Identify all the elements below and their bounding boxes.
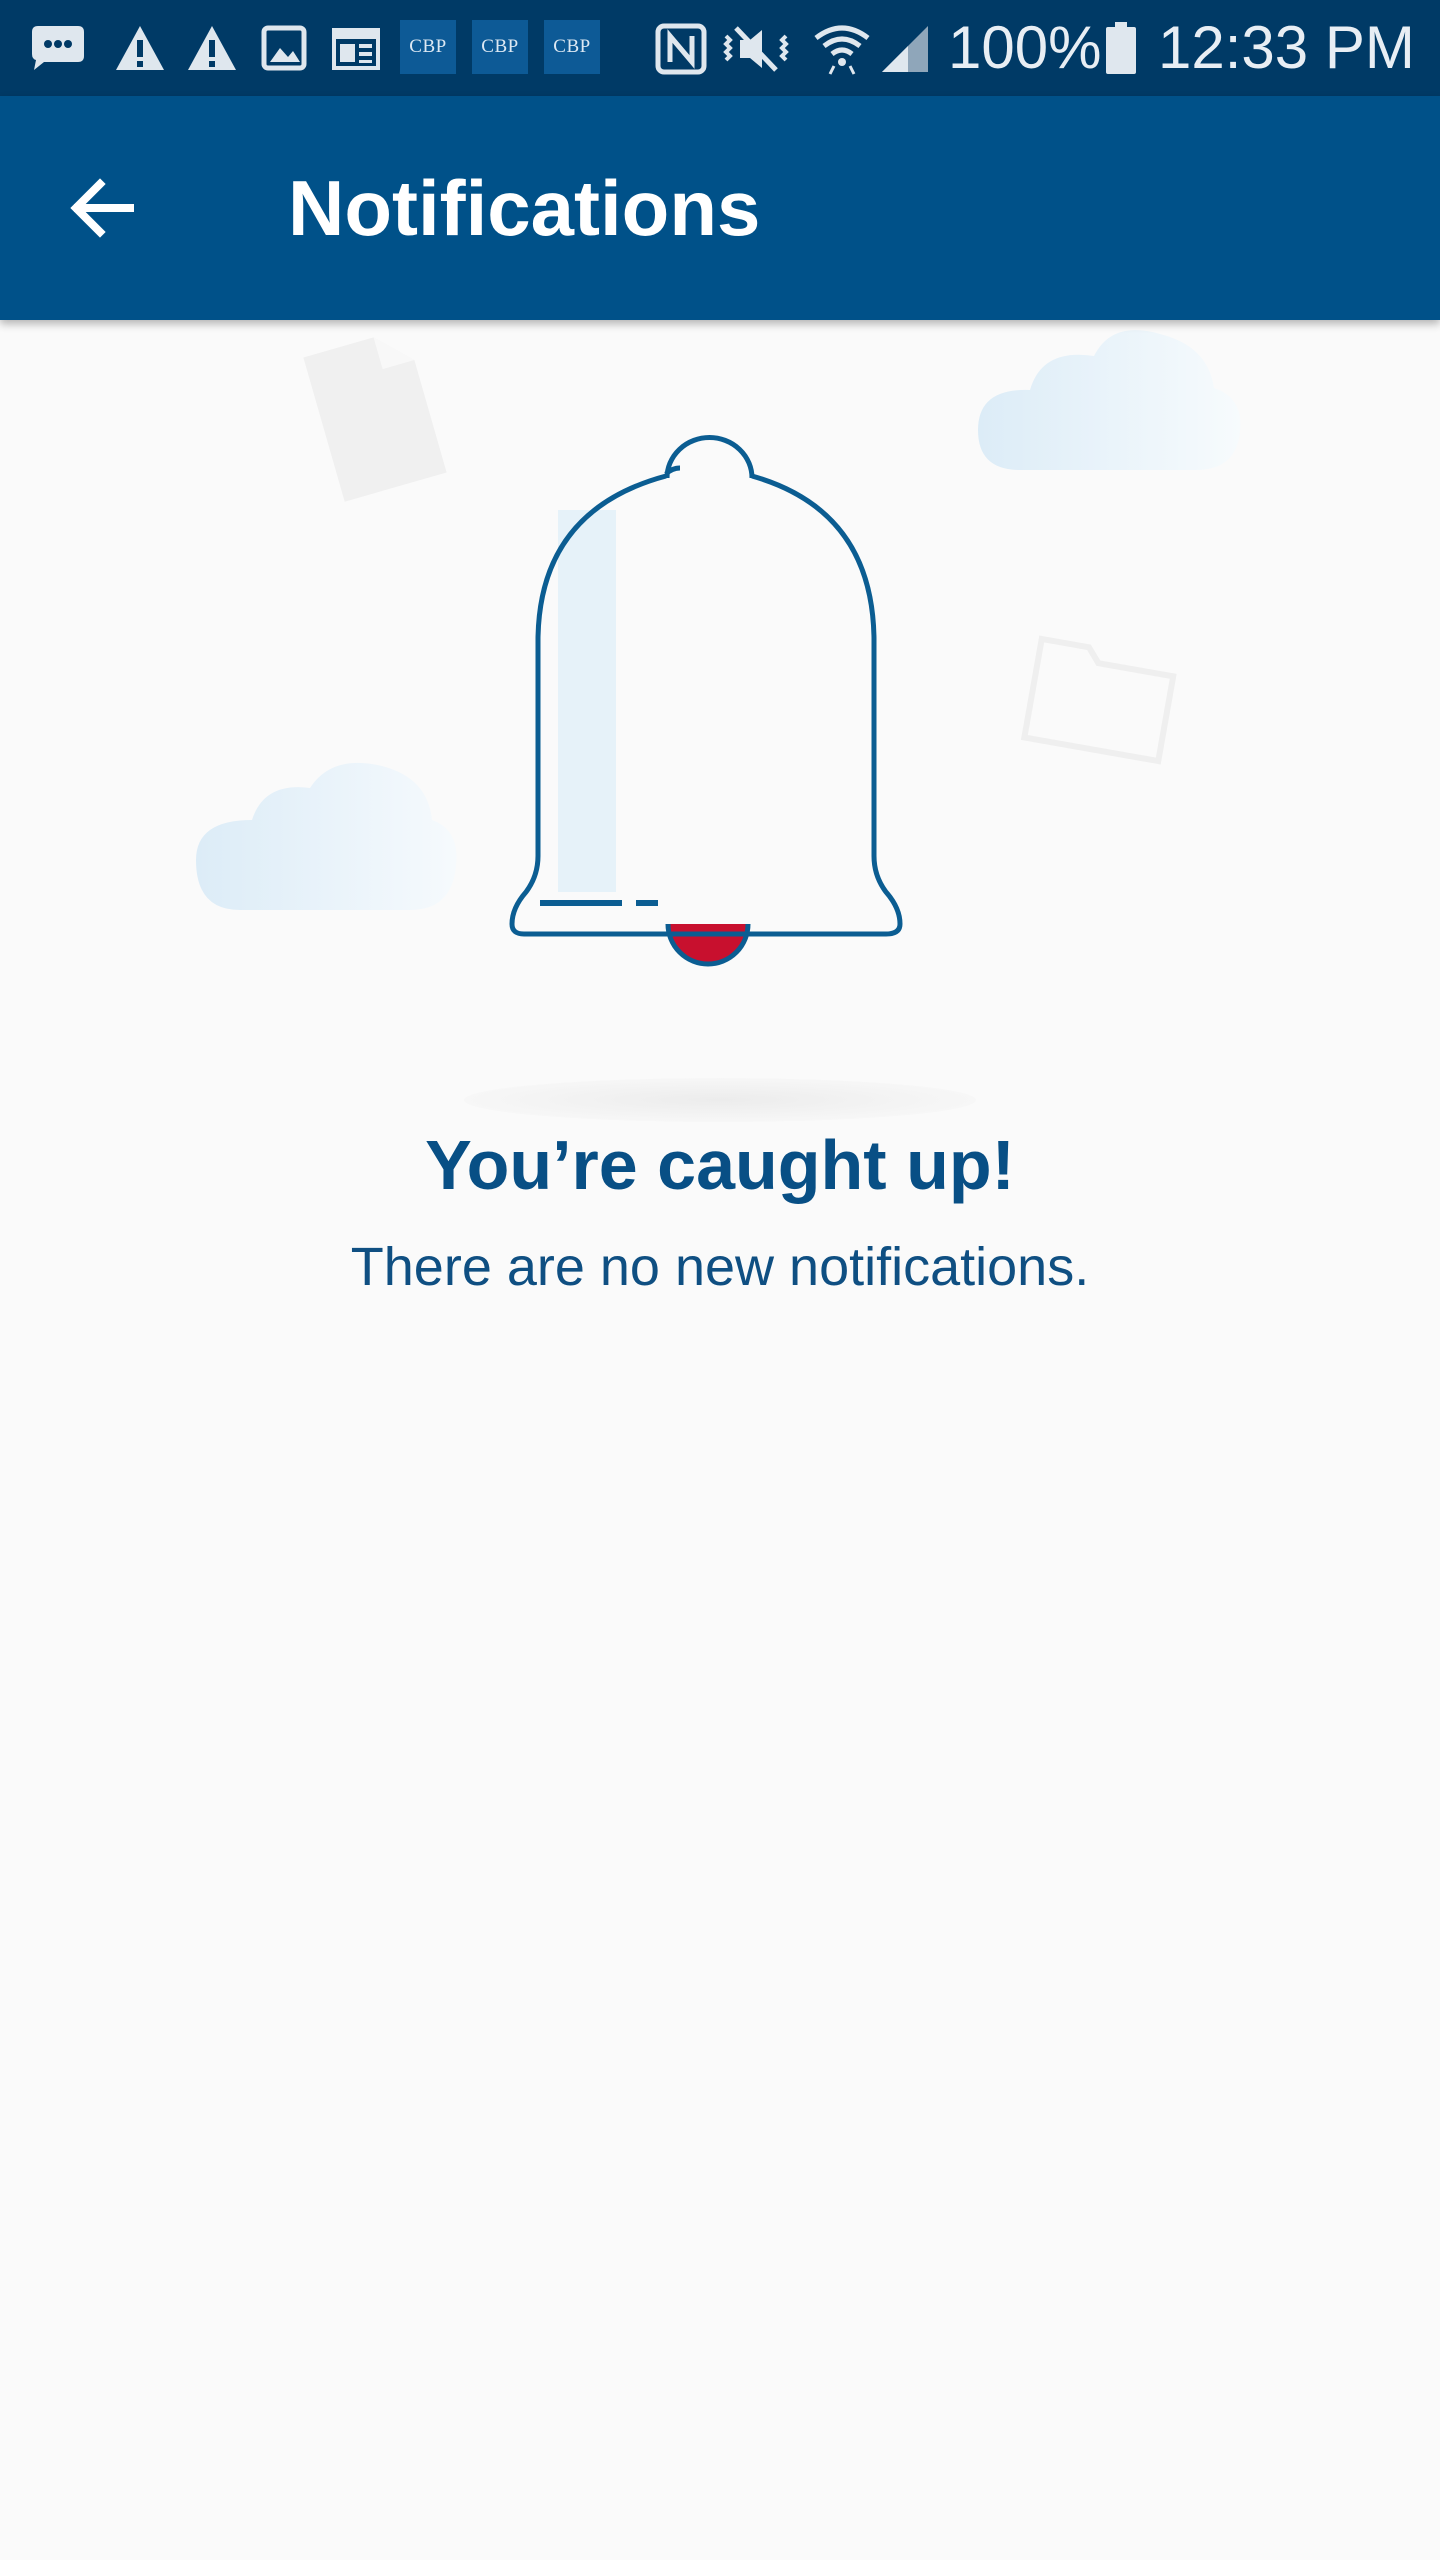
battery-percent: 100%: [948, 14, 1102, 81]
image-icon: [261, 25, 307, 71]
folder-icon: [1020, 635, 1177, 765]
empty-state-title: You’re caught up!: [425, 1126, 1015, 1204]
cbp-badge: CBP: [472, 20, 528, 74]
back-button[interactable]: [52, 158, 152, 258]
notifications-screen: CBP CBP CBP 100% 12:33 PM Notifications …: [0, 0, 1440, 2560]
status-time: 12:33 PM: [1158, 14, 1415, 81]
empty-state-subtitle: There are no new notifications.: [350, 1237, 1090, 1297]
page-title: Notifications: [288, 164, 761, 252]
vibrate-mute-icon: [723, 26, 789, 72]
cloud-icon: [196, 762, 457, 910]
bell-shadow: [464, 1078, 976, 1122]
bell-icon: [509, 435, 903, 967]
warning-icon: [188, 26, 236, 70]
battery-icon: [1106, 22, 1136, 74]
messages-icon: [32, 26, 84, 70]
arrow-back-icon: [70, 178, 134, 238]
cloud-icon: [978, 330, 1241, 470]
cell-signal-icon: [882, 26, 928, 72]
cbp-badge: CBP: [400, 20, 456, 74]
empty-state-illustration: [196, 330, 1241, 1122]
calendar-icon: [332, 28, 380, 70]
wifi-icon: [814, 25, 870, 75]
warning-icon: [116, 26, 164, 70]
status-bar: CBP CBP CBP 100% 12:33 PM: [0, 0, 1440, 96]
document-icon: [303, 337, 447, 502]
cbp-badge: CBP: [544, 20, 600, 74]
app-bar: Notifications: [0, 96, 1440, 320]
nfc-icon: [655, 23, 707, 75]
